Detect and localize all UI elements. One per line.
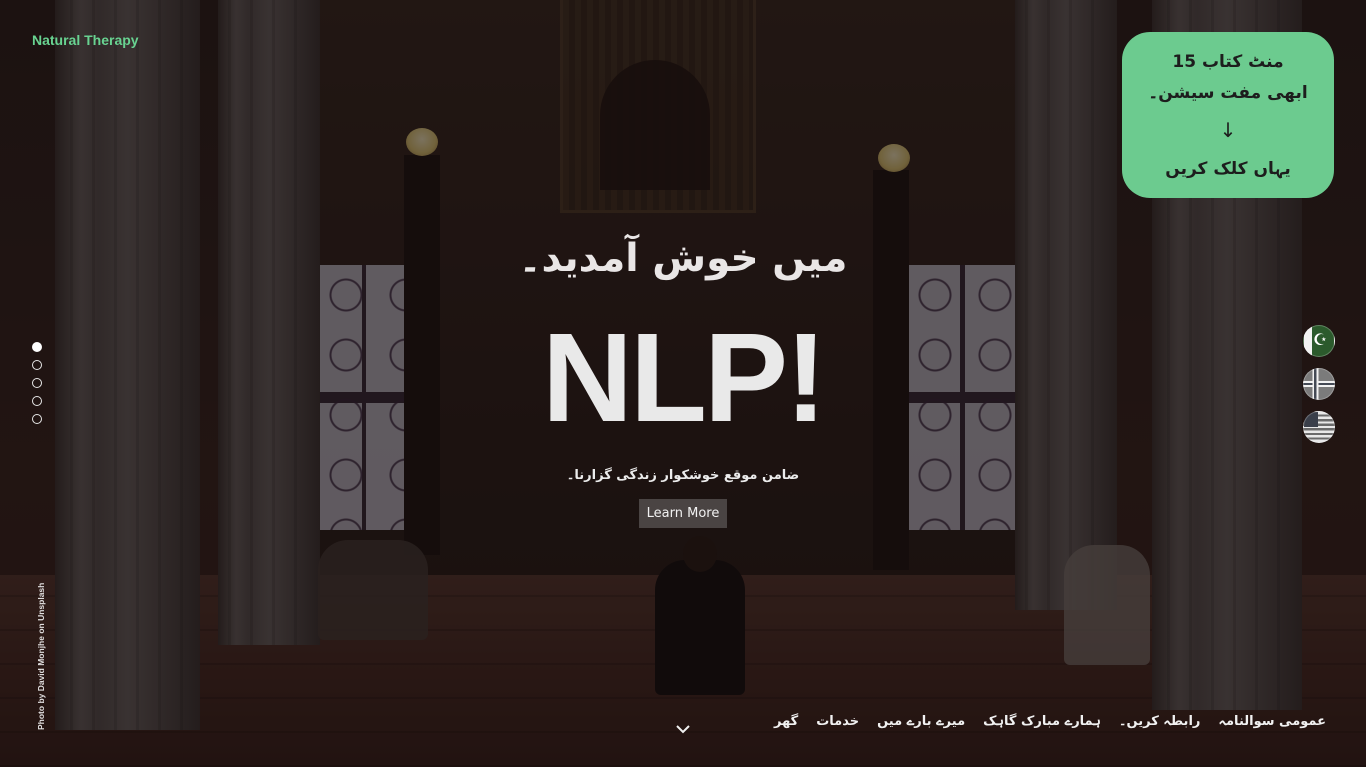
brand-logo[interactable]: Natural Therapy bbox=[32, 32, 139, 48]
chevron-down-icon[interactable] bbox=[674, 720, 692, 738]
nav-item-about[interactable]: میرے بارے میں bbox=[877, 714, 965, 729]
arrow-down-icon: ↓ bbox=[1219, 118, 1237, 142]
nav-item-testimonials[interactable]: ہمارے مبارک گاہک bbox=[983, 714, 1101, 729]
hero-welcome-text: میں خوش آمدید۔ bbox=[518, 236, 848, 281]
free-session-promo-button[interactable]: منٹ کتاب 15 ابھی مفت سیشن۔ ↓ یہاں کلک کر… bbox=[1122, 32, 1334, 198]
main-nav: عمومی سوالنامہ رابطہ کریں۔ ہمارے مبارک گ… bbox=[774, 714, 1326, 729]
promo-line-1: منٹ کتاب 15 bbox=[1172, 52, 1284, 72]
hero-subtitle: ضامن موقع خوشکوار زندگی گزارنا۔ bbox=[566, 468, 800, 483]
hero-title: NLP! bbox=[542, 307, 827, 448]
learn-more-button[interactable]: Learn More bbox=[639, 499, 727, 528]
nav-item-faq[interactable]: عمومی سوالنامہ bbox=[1218, 714, 1326, 729]
promo-click-here: یہاں کلک کریں bbox=[1165, 159, 1291, 179]
nav-item-services[interactable]: خدمات bbox=[816, 714, 859, 729]
promo-line-2: ابھی مفت سیشن۔ bbox=[1148, 83, 1308, 103]
nav-item-home[interactable]: گھر bbox=[774, 714, 798, 729]
nav-item-contact[interactable]: رابطہ کریں۔ bbox=[1119, 714, 1200, 729]
photo-credit[interactable]: Photo by David Monjhe on Unsplash bbox=[36, 583, 46, 730]
